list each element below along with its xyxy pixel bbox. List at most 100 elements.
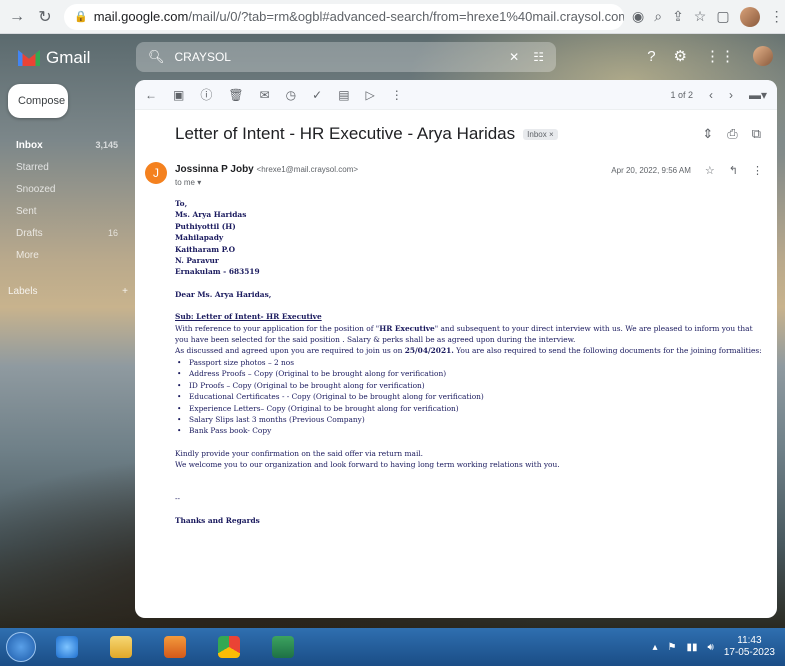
apps-grid-icon[interactable]: ⋮⋮ — [705, 47, 735, 65]
dear-line: Dear Ms. Arya Haridas, — [175, 289, 272, 299]
message-more-icon[interactable]: ⋮ — [752, 164, 763, 177]
pager-count: 1 of 2 — [670, 89, 693, 100]
list-item: Bank Pass book- Copy — [175, 425, 765, 437]
search-input[interactable]: CRAYSOL — [175, 50, 510, 64]
mail-nav: Inbox 3,145 Starred Snoozed Sent Drafts 16… — [0, 134, 130, 266]
internet-explorer-icon — [56, 636, 78, 658]
salutation-to: To, — [175, 199, 188, 208]
archive-icon[interactable]: ▣ — [173, 88, 184, 102]
tab-search-icon[interactable]: ▢ — [716, 8, 729, 25]
share-icon[interactable]: ⇪ — [672, 8, 684, 25]
clock-time: 11:43 — [737, 635, 762, 646]
zoom-icon[interactable]: ⌕ — [654, 8, 662, 25]
search-icon[interactable]: 🔍︎ — [148, 49, 165, 65]
clear-search-icon[interactable]: ✕ — [509, 50, 519, 64]
label-icon[interactable]: ▷ — [366, 88, 375, 102]
clock-date: 17-05-2023 — [723, 647, 775, 658]
position-name: HR Executive — [379, 323, 435, 333]
gmail-brand: Gmail — [46, 48, 91, 67]
url-path: /mail/u/0/?tab=rm&ogbl#advanced-search/f… — [188, 9, 624, 24]
gmail-logo[interactable]: Gmail — [18, 48, 90, 68]
add-task-icon[interactable]: ✓ — [312, 88, 322, 102]
move-to-icon[interactable]: ▤ — [338, 88, 349, 102]
joining-date: 25/04/2021. — [404, 346, 454, 356]
help-icon[interactable]: ? — [647, 48, 655, 65]
delete-icon[interactable]: 🗑︎ — [228, 88, 243, 102]
input-tools-icon[interactable]: ▬▾ — [749, 88, 767, 102]
mail-search-bar[interactable]: 🔍︎ CRAYSOL ✕ ☷ — [136, 42, 556, 72]
star-icon[interactable]: ☆ — [705, 164, 715, 177]
add-label-icon[interactable]: + — [122, 286, 128, 297]
signature-line: Thanks and Regards — [175, 515, 260, 525]
taskbar-chrome[interactable] — [206, 630, 252, 664]
taskbar-ie[interactable] — [44, 630, 90, 664]
message-subject: Letter of Intent - HR Executive - Arya H… — [175, 124, 516, 143]
media-player-icon — [164, 636, 186, 658]
clock[interactable]: 11:43 17-05-2023 — [724, 635, 775, 659]
more-actions-icon[interactable]: ⋮ — [391, 88, 403, 102]
account-avatar[interactable] — [753, 46, 773, 66]
browser-menu-icon[interactable]: ⋮ — [770, 8, 784, 25]
list-item: Experience Letters– Copy (Original to be… — [175, 403, 765, 415]
message-body: To, Ms. Arya Haridas Puthiyottil (H) Mah… — [175, 198, 765, 526]
address-line: Ernakulam - 683519 — [175, 267, 260, 277]
taskbar-media[interactable] — [152, 630, 198, 664]
nav-item-drafts[interactable]: Drafts 16 — [0, 222, 130, 244]
address-bar[interactable]: 🔒 mail.google.com/mail/u/0/?tab=rm&ogbl#… — [64, 3, 624, 30]
sender-line: Jossinna P Joby <hrexe1@mail.craysol.com… — [175, 164, 358, 175]
settings-gear-icon[interactable]: ⚙ — [674, 47, 687, 65]
compose-label: Compose — [18, 95, 66, 107]
flag-icon[interactable]: ⚑ — [668, 642, 677, 653]
install-icon[interactable]: ◉ — [632, 8, 644, 25]
url-host: mail.google.com — [93, 9, 189, 24]
labels-section: Labels + — [8, 286, 128, 297]
search-options-icon[interactable]: ☷ — [533, 50, 544, 64]
expand-all-icon[interactable]: ⇕ — [702, 126, 713, 142]
reload-icon[interactable]: ↻ — [34, 6, 56, 28]
back-arrow-icon[interactable]: ← — [145, 88, 157, 102]
compose-button[interactable]: Compose — [8, 84, 68, 118]
list-item: Address Proofs – Copy (Original to be br… — [175, 368, 765, 380]
list-item: Educational Certificates - - Copy (Origi… — [175, 391, 765, 403]
profile-avatar[interactable] — [739, 6, 760, 27]
prev-icon[interactable]: ‹ — [709, 88, 713, 102]
paragraph-2: As discussed and agreed upon you are req… — [175, 345, 765, 356]
signature-dash: -- — [175, 493, 180, 503]
nav-item-inbox[interactable]: Inbox 3,145 — [0, 134, 130, 156]
start-button[interactable] — [6, 632, 36, 662]
mark-unread-icon[interactable]: ✉ — [260, 88, 270, 102]
sender-email: <hrexe1@mail.craysol.com> — [256, 165, 359, 174]
reply-icon[interactable]: ↰ — [729, 164, 738, 177]
taskbar-excel[interactable] — [260, 630, 306, 664]
text: As discussed and agreed upon you are req… — [175, 346, 405, 356]
show-hidden-icons-icon[interactable]: ▴ — [653, 642, 658, 653]
nav-item-snoozed[interactable]: Snoozed — [0, 178, 130, 200]
bookmark-star-icon[interactable]: ☆ — [694, 8, 707, 25]
text: You are also required to send the follow… — [453, 346, 762, 356]
nav-label: Starred — [16, 161, 49, 173]
nav-item-sent[interactable]: Sent — [0, 200, 130, 222]
new-window-icon[interactable]: ⧉ — [752, 126, 761, 142]
nav-label: Inbox — [16, 139, 43, 151]
nav-label: Snoozed — [16, 183, 56, 195]
message-toolbar: ← ▣ ⓘ 🗑︎ ✉ ◷ ✓ ▤ ▷ ⋮ 1 of 2 ‹ › ▬▾ — [135, 80, 777, 110]
snooze-icon[interactable]: ◷ — [286, 88, 296, 102]
nav-item-starred[interactable]: Starred — [0, 156, 130, 178]
print-icon[interactable]: ⎙ — [727, 126, 737, 142]
network-icon[interactable]: ▮▮ — [687, 642, 698, 653]
sender-name[interactable]: Jossinna P Joby — [175, 164, 254, 175]
recipient-dropdown[interactable]: to me ▾ — [175, 178, 201, 187]
next-icon[interactable]: › — [729, 88, 733, 102]
windows-taskbar: ▴ ⚑ ▮▮ 🔊︎ 11:43 17-05-2023 — [0, 628, 785, 666]
report-spam-icon[interactable]: ⓘ — [200, 86, 212, 103]
nav-count: 3,145 — [95, 140, 118, 150]
inbox-label-chip[interactable]: Inbox × — [523, 128, 558, 140]
taskbar-explorer[interactable] — [98, 630, 144, 664]
nav-item-more[interactable]: More — [0, 244, 130, 266]
forward-icon[interactable]: → — [6, 6, 28, 28]
list-item: Salary Slips last 3 months (Previous Com… — [175, 414, 765, 426]
chrome-icon — [218, 636, 240, 658]
volume-icon[interactable]: 🔊︎ — [708, 642, 714, 653]
nav-label: Drafts — [16, 227, 43, 239]
sender-avatar[interactable]: J — [145, 162, 167, 184]
